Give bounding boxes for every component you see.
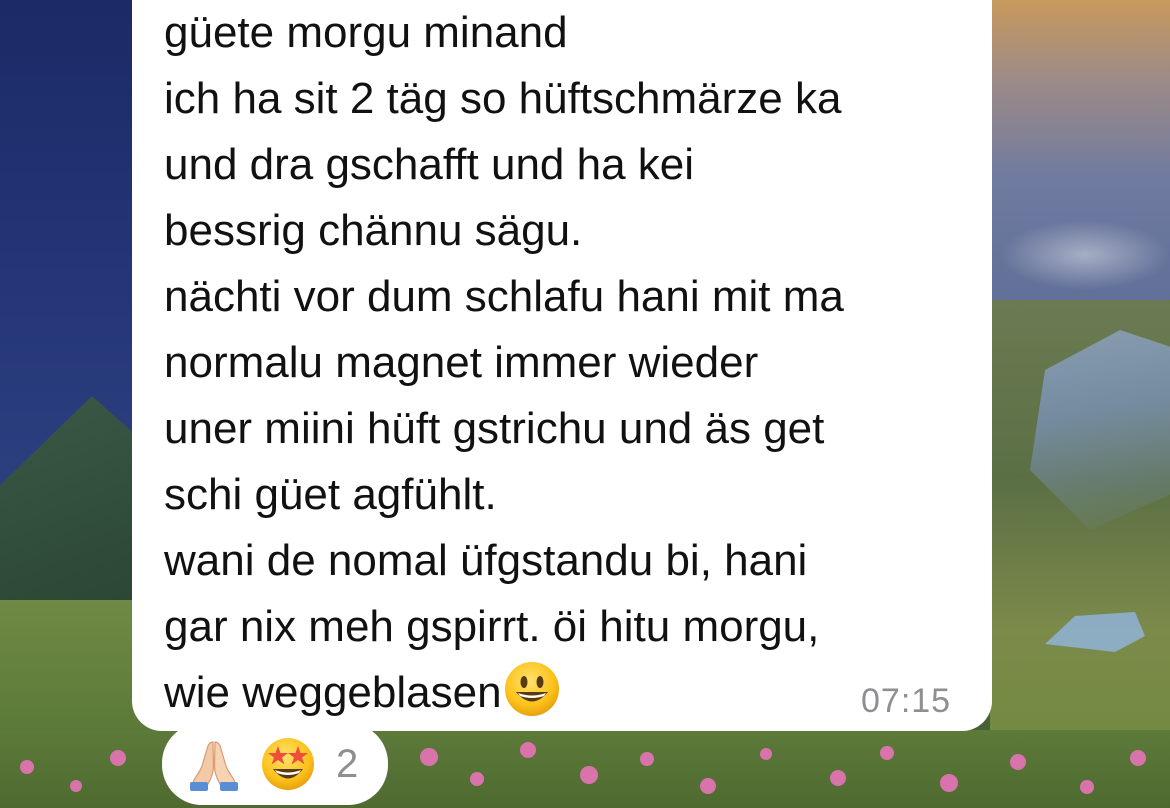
flower: [830, 770, 846, 786]
message-line: schi güet agfühlt.: [164, 470, 497, 519]
flower: [520, 742, 536, 758]
flower: [110, 750, 126, 766]
message-line: bessrig chännu sägu.: [164, 206, 583, 255]
message-last-line: wie weggeblasen: [164, 660, 974, 726]
flower: [640, 752, 654, 766]
message-line: uner miini hüft gstrichu und äs get: [164, 404, 825, 453]
folded-hands-icon: [190, 741, 238, 791]
message-line: nächti vor dum schlafu hani mit ma: [164, 272, 844, 321]
flower: [1010, 754, 1026, 770]
message-line: normalu magnet immer wieder: [164, 338, 759, 387]
flower: [700, 778, 716, 794]
reactions-pill[interactable]: 2: [162, 723, 388, 805]
flower: [940, 774, 958, 792]
flower: [420, 748, 438, 766]
message-bubble[interactable]: güete morgu minand ich ha sit 2 täg so h…: [132, 0, 992, 731]
flower: [880, 746, 894, 760]
star-struck-icon: [262, 738, 314, 790]
flower: [760, 748, 772, 760]
flower: [470, 772, 484, 786]
message-line: wani de nomal üfgstandu bi, hani: [164, 536, 808, 585]
message-line: güete morgu minand: [164, 8, 568, 57]
reaction-count: 2: [336, 741, 359, 786]
grinning-face-icon: [504, 662, 559, 716]
message-line: wie weggeblasen: [164, 668, 502, 717]
flower: [1080, 780, 1094, 794]
message-text: güete morgu minand ich ha sit 2 täg so h…: [164, 0, 974, 726]
message-line: ich ha sit 2 täg so hüftschmärze ka: [164, 74, 842, 123]
message-timestamp: 07:15: [861, 682, 952, 720]
flower: [1130, 750, 1146, 766]
flower: [580, 766, 598, 784]
flower: [20, 760, 34, 774]
wallpaper-cloud-right: [1000, 220, 1170, 290]
message-line: und dra gschafft und ha kei: [164, 140, 695, 189]
message-line: gar nix meh gspirrt. öi hitu morgu,: [164, 602, 820, 651]
flower: [70, 780, 82, 792]
